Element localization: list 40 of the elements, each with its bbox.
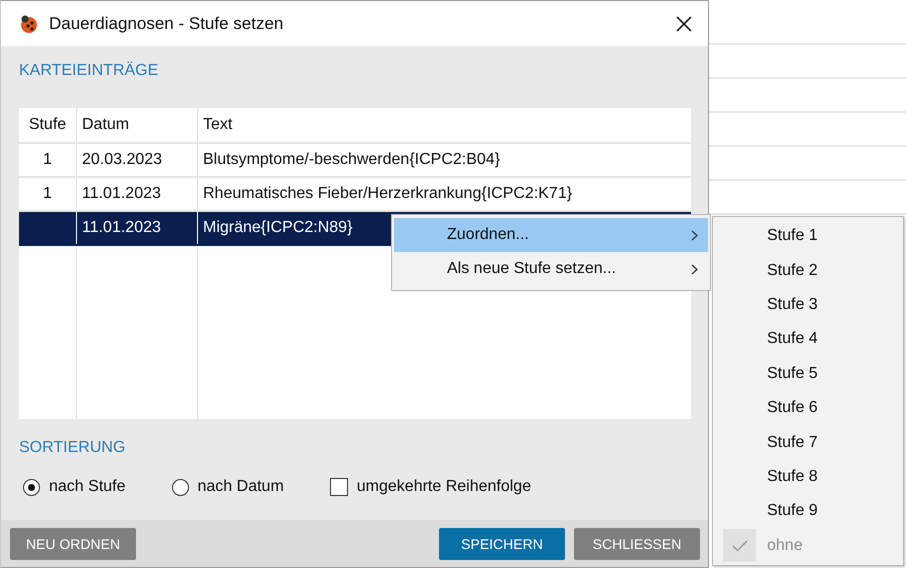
menu-item[interactable]: Stufe 2 <box>715 253 901 288</box>
menu-item[interactable]: Stufe 4 <box>715 322 901 357</box>
menu-item[interactable]: Stufe 6 <box>715 390 901 426</box>
table-cell: 1 <box>43 151 52 169</box>
column-header: Stufe <box>19 108 77 142</box>
option-label: nach Stufe <box>49 478 126 496</box>
option-label: nach Datum <box>198 478 284 496</box>
menu-item[interactable]: Stufe 7 <box>715 425 901 460</box>
checkbox[interactable] <box>330 478 348 496</box>
column-header: Text <box>202 115 234 135</box>
menu-item[interactable]: Stufe 5 <box>715 356 901 391</box>
checkmark-icon <box>723 529 756 562</box>
dialog-button[interactable]: SPEICHERN <box>439 528 565 560</box>
dialog-button[interactable]: NEU ORDNEN <box>10 528 136 560</box>
option-label: umgekehrte Reihenfolge <box>356 478 532 496</box>
section-heading: KARTEIEINTRÄGE <box>19 62 160 81</box>
menu-item[interactable]: Stufe 9 <box>715 494 901 529</box>
close-icon[interactable] <box>676 16 692 32</box>
table-row[interactable]: 1 20.03.2023 Blutsymptome/-beschwerden{ICPC2:B04} <box>19 144 691 178</box>
menu-item[interactable]: Als neue Stufe setzen... <box>394 252 708 286</box>
menu-item[interactable]: Zuordnen... <box>394 218 708 252</box>
table-cell: 11.01.2023 <box>82 219 161 237</box>
dialog-button[interactable]: SCHLIESSEN <box>574 528 700 560</box>
menu-item[interactable]: Stufe 3 <box>715 288 901 322</box>
table-cell: 11.01.2023 <box>82 185 161 203</box>
chevron-right-icon <box>691 264 698 274</box>
table-cell: Rheumatisches Fieber/Herzerkrankung{ICPC2:K71} <box>203 185 572 203</box>
table-cell: 20.03.2023 <box>82 151 162 169</box>
radio-button[interactable] <box>172 478 188 496</box>
chevron-right-icon <box>691 230 698 240</box>
radio-button[interactable] <box>23 478 40 496</box>
menu-item[interactable]: Stufe 1 <box>715 219 901 254</box>
table-cell: Migräne{ICPC2:N89} <box>203 219 352 237</box>
table-cell: Blutsymptome/-beschwerden{ICPC2:B04} <box>203 151 500 169</box>
window-title: Dauerdiagnosen - Stufe setzen <box>49 14 284 34</box>
ladybug-icon <box>19 14 39 34</box>
section-heading: SORTIERUNG <box>19 439 126 458</box>
menu-item[interactable]: Stufe 8 <box>715 460 901 494</box>
table-cell: 1 <box>43 185 52 203</box>
column-header: Datum <box>77 108 198 142</box>
